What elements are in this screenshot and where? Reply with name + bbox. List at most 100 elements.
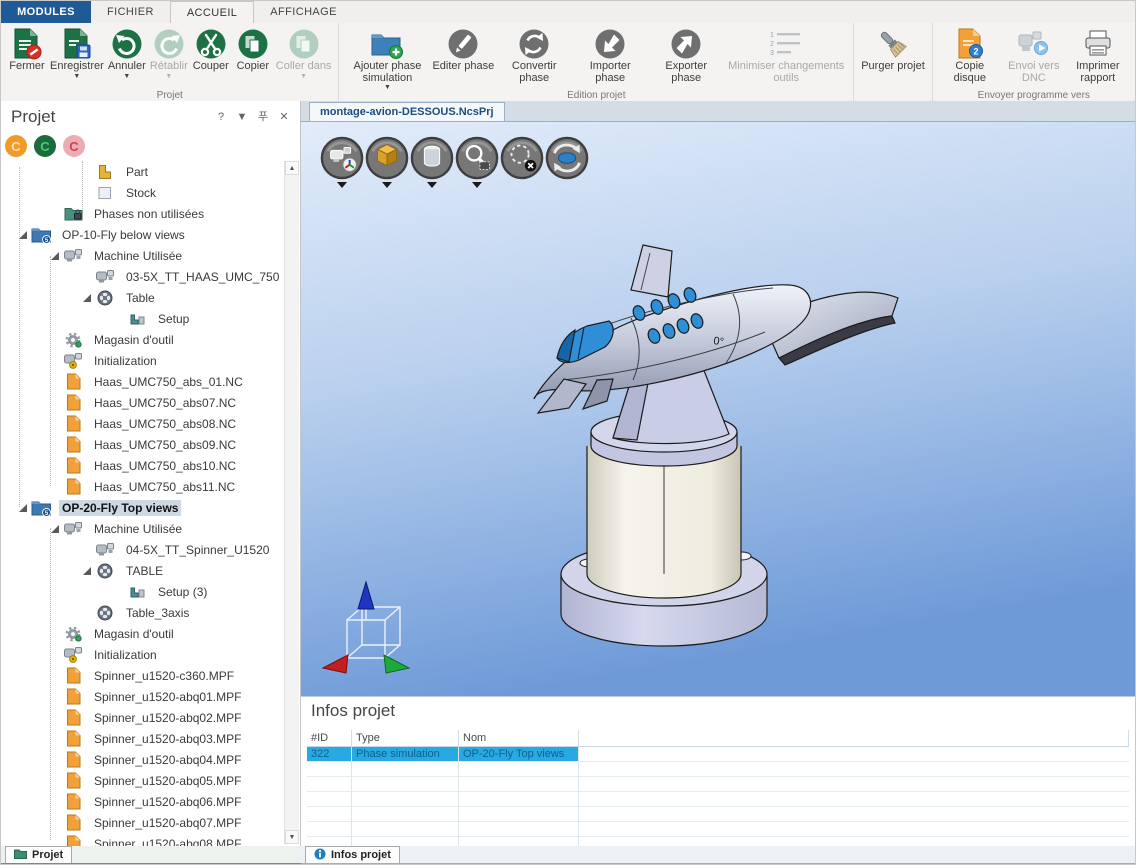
importer-phase-button[interactable]: Importer phase [572,25,648,85]
expand-arrow[interactable] [15,504,30,512]
cell-id: 322 [307,747,352,762]
infos-dock-tab[interactable]: Infos projet [305,846,400,863]
table-icon [94,563,116,579]
column-header-type[interactable]: Type [352,730,459,747]
expand-arrow[interactable] [47,252,62,260]
pin-icon[interactable]: 푸 [257,111,269,123]
couper-button[interactable]: Couper [190,25,232,74]
tree-item-haas-umc750-abs08-nc[interactable]: Haas_UMC750_abs08.NC [1,413,285,434]
tree-item-op-20-fly-top-views[interactable]: 5OP-20-Fly Top views [1,497,285,518]
tree-item-initialization[interactable]: Initialization [1,644,285,665]
table-row[interactable]: 322Phase simulationOP-20-Fly Top views [307,747,1129,762]
stock-cube-display-button[interactable] [364,136,409,188]
ajouter-phase-simulation-button[interactable]: Ajouter phase simulation▼ [344,25,430,92]
expand-arrow[interactable] [15,231,30,239]
dropdown-arrow-icon[interactable] [472,182,482,188]
tree-item-label: Magasin d'outil [91,332,177,348]
tree-item-op-10-fly-below-views[interactable]: 5OP-10-Fly below views [1,224,285,245]
tree-item-spinner-u1520-abq05-mpf[interactable]: Spinner_u1520-abq05.MPF [1,770,285,791]
tree-item-spinner-u1520-abq01-mpf[interactable]: Spinner_u1520-abq01.MPF [1,686,285,707]
dropdown-arrow-icon[interactable] [382,182,392,188]
green-c-button[interactable]: C [34,135,56,157]
project-panel: Projet ?▼푸✕ CCC PartStockPhases non util… [1,101,301,846]
tree-item-spinner-u1520-abq03-mpf[interactable]: Spinner_u1520-abq03.MPF [1,728,285,749]
infos-dock-tabbar: Infos projet [301,846,1136,865]
tree-item-magasin-d-outil[interactable]: Magasin d'outil [1,623,285,644]
machine-display-button[interactable] [319,136,364,188]
empty-cell [459,807,579,822]
expand-arrow[interactable] [79,567,94,575]
nc-file-icon [62,751,84,768]
tree-item-haas-umc750-abs07-nc[interactable]: Haas_UMC750_abs07.NC [1,392,285,413]
editer-phase-button[interactable]: Editer phase [430,25,496,74]
stock-cylinder-display-button[interactable] [409,136,454,188]
close-icon[interactable]: ✕ [278,111,290,123]
nc-file-icon [62,772,84,789]
nc-file-icon [62,793,84,810]
tree-item-03-5x-tt-haas-umc-750[interactable]: 03-5X_TT_HAAS_UMC_750 [1,266,285,287]
project-dock-tab[interactable]: Projet [5,846,72,863]
imprimer-rapport-button[interactable]: Imprimer rapport [1066,25,1130,85]
exporter-phase-button[interactable]: Exporter phase [648,25,724,85]
tab-affichage[interactable]: AFFICHAGE [254,1,353,23]
tree-item-spinner-u1520-abq06-mpf[interactable]: Spinner_u1520-abq06.MPF [1,791,285,812]
tree-item-stock[interactable]: Stock [1,182,285,203]
tree-item-spinner-u1520-abq08-mpf[interactable]: Spinner_u1520-abq08.MPF [1,833,285,846]
3d-viewport[interactable]: 0° [301,122,1136,696]
tree-item-table[interactable]: Table [1,287,285,308]
tree-item-magasin-d-outil[interactable]: Magasin d'outil [1,329,285,350]
tree-item-machine-utilisee[interactable]: Machine Utilisée [1,245,285,266]
tree-item-table-3axis[interactable]: Table_3axis [1,602,285,623]
tree-item-haas-umc750-abs11-nc[interactable]: Haas_UMC750_abs11.NC [1,476,285,497]
tab-fichier[interactable]: FICHIER [91,1,170,23]
tree-item-setup-3[interactable]: Setup (3) [1,581,285,602]
tree-item-spinner-u1520-abq02-mpf[interactable]: Spinner_u1520-abq02.MPF [1,707,285,728]
tree-item-spinner-u1520-abq07-mpf[interactable]: Spinner_u1520-abq07.MPF [1,812,285,833]
enregistrer-button[interactable]: Enregistrer▼ [48,25,106,81]
copie-disque-button[interactable]: 2Copie disque [938,25,1002,85]
help-icon[interactable]: ? [215,111,227,123]
tree-item-haas-umc750-abs10-nc[interactable]: Haas_UMC750_abs10.NC [1,455,285,476]
selection-clear-button[interactable] [499,136,544,188]
tree-item-phases-non-utilisees[interactable]: Phases non utilisées [1,203,285,224]
tree-item-label: Haas_UMC750_abs09.NC [91,437,239,453]
copier-button[interactable]: Copier [232,25,274,74]
fermer-button[interactable]: Fermer [6,25,48,74]
tree-item-haas-umc750-abs09-nc[interactable]: Haas_UMC750_abs09.NC [1,434,285,455]
tree-item-spinner-u1520-abq04-mpf[interactable]: Spinner_u1520-abq04.MPF [1,749,285,770]
empty-cell [307,807,352,822]
dropdown-arrow-icon[interactable] [337,182,347,188]
tree-item-haas-umc750-abs-01-nc[interactable]: Haas_UMC750_abs_01.NC [1,371,285,392]
tree-scrollbar[interactable]: ▲ ▼ [284,161,299,844]
purger-projet-button[interactable]: Purger projet [859,25,927,74]
zoom-tools-button[interactable] [454,136,499,188]
annuler-button[interactable]: Annuler▼ [106,25,148,81]
red-c-button[interactable]: C [63,135,85,157]
tree-item-part[interactable]: Part [1,161,285,182]
orange-c-button[interactable]: C [5,135,27,157]
empty-cell [459,822,579,837]
expand-arrow[interactable] [79,294,94,302]
dropdown-arrow-icon[interactable] [427,182,437,188]
expand-arrow[interactable] [47,525,62,533]
convertir-phase-button[interactable]: Convertir phase [496,25,572,85]
scroll-down-button[interactable]: ▼ [285,830,299,844]
tree-item-04-5x-tt-spinner-u1520[interactable]: 04-5X_TT_Spinner_U1520 [1,539,285,560]
document-tab[interactable]: montage-avion-DESSOUS.NcsPrj [309,102,505,121]
refresh-view-button[interactable] [544,136,589,188]
tree-item-initialization[interactable]: Initialization [1,350,285,371]
column-header-nom[interactable]: Nom [459,730,579,747]
chevron-down-icon[interactable]: ▼ [236,111,248,123]
tree-item-machine-utilisee[interactable]: Machine Utilisée [1,518,285,539]
table-empty-row [307,807,1129,822]
empty-cell [579,837,1129,846]
tab-accueil[interactable]: ACCUEIL [170,1,254,23]
tree-item-setup[interactable]: Setup [1,308,285,329]
tree-item-spinner-u1520-c360-mpf[interactable]: Spinner_u1520-c360.MPF [1,665,285,686]
column-header-id[interactable]: #ID [307,730,352,747]
scroll-up-button[interactable]: ▲ [285,161,299,175]
tab-modules[interactable]: MODULES [1,1,91,23]
empty-cell [459,762,579,777]
tree-item-table[interactable]: TABLE [1,560,285,581]
paste-icon [288,26,320,61]
